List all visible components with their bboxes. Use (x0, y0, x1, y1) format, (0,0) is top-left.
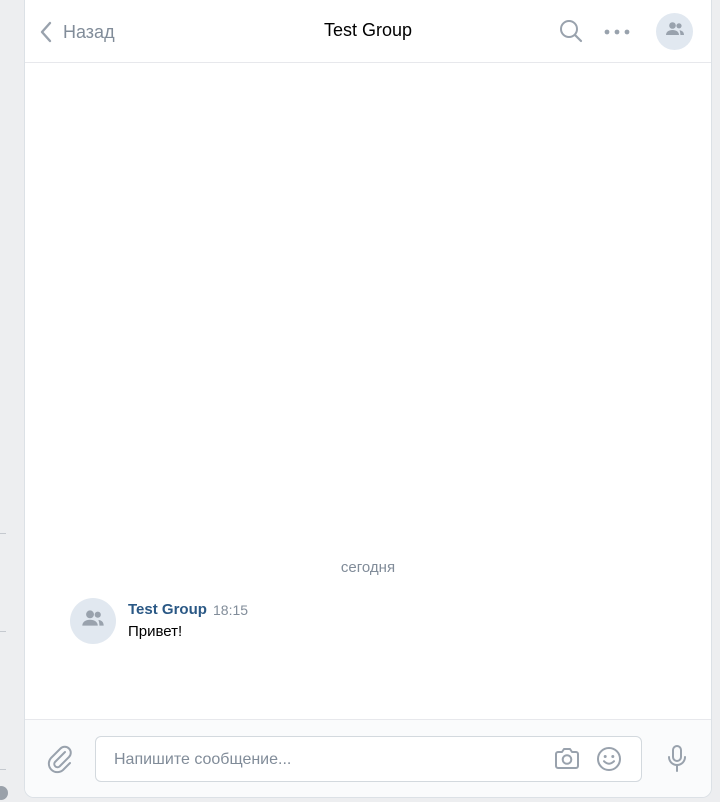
group-avatar-button[interactable] (656, 13, 693, 50)
chat-header: Назад Test Group (25, 0, 711, 63)
chat-panel: Назад Test Group сегодня Test Group 18:1… (24, 0, 712, 798)
message-input-box[interactable] (95, 736, 642, 783)
message-text: Привет! (128, 623, 183, 640)
message-avatar[interactable] (70, 598, 116, 644)
camera-button[interactable] (553, 746, 581, 777)
emoji-icon (596, 747, 622, 776)
camera-icon (553, 748, 581, 776)
more-horizontal-icon (603, 29, 631, 46)
date-separator: сегодня (340, 559, 396, 576)
group-avatar-icon (665, 21, 685, 42)
message-item[interactable]: Test Group 18:15 Привет! (70, 598, 681, 648)
left-gutter (0, 0, 24, 802)
gutter-divider (0, 533, 6, 534)
message-composer (25, 719, 711, 797)
message-time: 18:15 (213, 602, 249, 618)
emoji-button[interactable] (596, 746, 622, 777)
message-author[interactable]: Test Group (128, 601, 207, 618)
message-history[interactable]: сегодня Test Group 18:15 Привет! (25, 63, 711, 719)
search-icon (558, 20, 584, 48)
attach-button[interactable] (45, 744, 75, 779)
gutter-divider (0, 769, 6, 770)
voice-message-button[interactable] (665, 744, 689, 779)
paperclip-icon (45, 745, 75, 778)
microphone-icon (665, 745, 689, 778)
gutter-indicator (0, 786, 8, 800)
more-button[interactable] (603, 22, 631, 47)
search-button[interactable] (558, 18, 584, 49)
group-avatar-icon (81, 609, 105, 633)
gutter-divider (0, 631, 6, 632)
message-input[interactable] (112, 737, 536, 783)
